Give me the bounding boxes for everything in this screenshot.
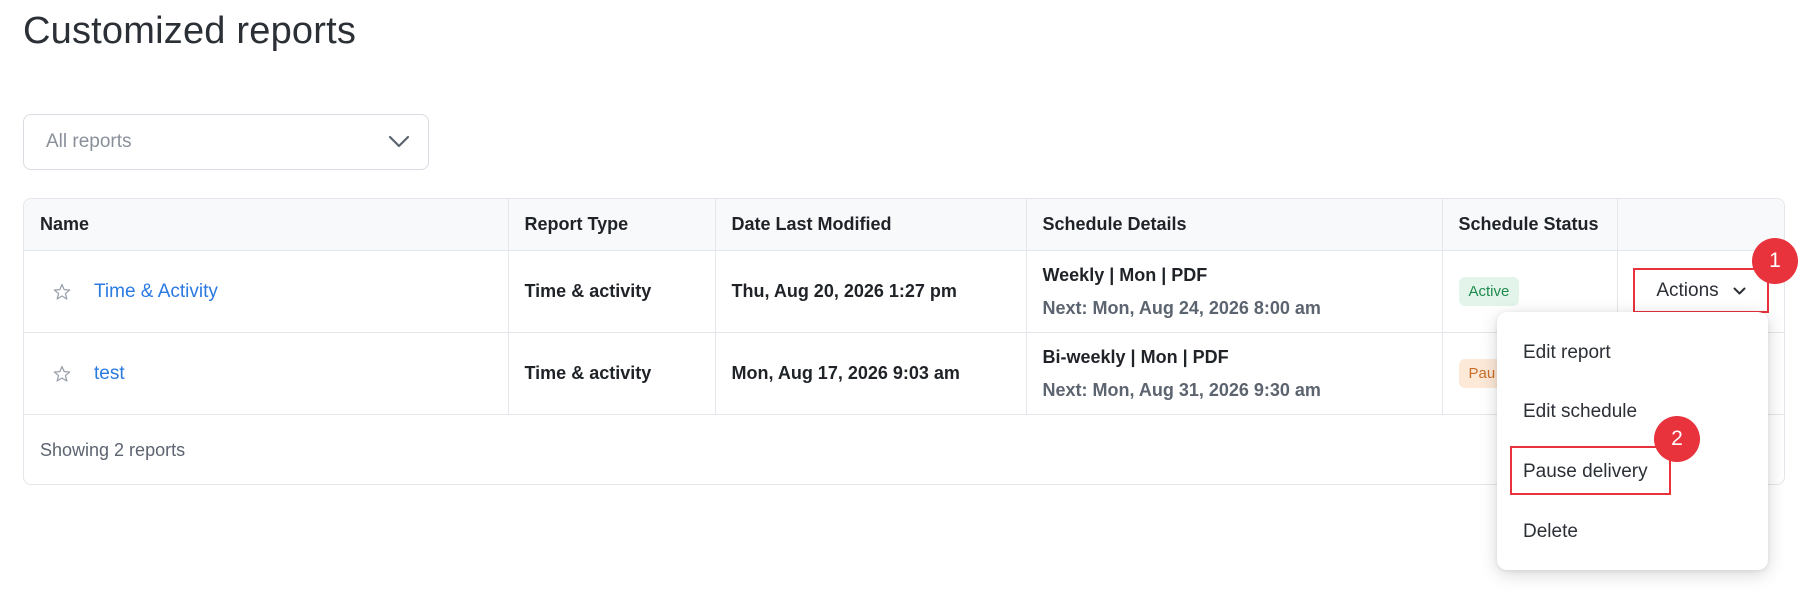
column-header-schedule-details[interactable]: Schedule Details — [1026, 199, 1443, 251]
menu-item-edit-report[interactable]: Edit report — [1523, 342, 1611, 364]
step-marker-1: 1 — [1752, 238, 1798, 284]
report-type-cell: Time & activity — [508, 250, 716, 333]
actions-dropdown-button[interactable]: Actions — [1633, 268, 1769, 313]
schedule-details-cell: Weekly | Mon | PDF Next: Mon, Aug 24, 20… — [1026, 250, 1443, 333]
column-header-date-modified[interactable]: Date Last Modified — [715, 199, 1027, 251]
column-header-name[interactable]: Name — [24, 199, 509, 251]
table-header-row: Name Report Type Date Last Modified Sche… — [24, 199, 1784, 251]
actions-button-label: Actions — [1656, 279, 1719, 301]
schedule-next-run: Next: Mon, Aug 24, 2026 8:00 am — [1042, 297, 1321, 318]
name-cell: Time & Activity — [24, 250, 509, 333]
column-header-schedule-status[interactable]: Schedule Status — [1442, 199, 1618, 251]
menu-item-edit-schedule[interactable]: Edit schedule — [1523, 401, 1637, 423]
report-link[interactable]: test — [94, 363, 125, 385]
star-icon[interactable] — [52, 364, 72, 384]
report-type-cell: Time & activity — [508, 332, 716, 415]
status-badge: Active — [1458, 277, 1520, 306]
schedule-details-cell: Bi-weekly | Mon | PDF Next: Mon, Aug 31,… — [1026, 332, 1443, 415]
actions-menu: Edit report Edit schedule Pause delivery… — [1497, 312, 1768, 570]
column-header-report-type[interactable]: Report Type — [508, 199, 716, 251]
pause-delivery-highlight — [1510, 446, 1671, 495]
filter-selected-value: All reports — [46, 131, 132, 152]
chevron-down-icon — [388, 135, 410, 149]
star-icon[interactable] — [52, 282, 72, 302]
menu-item-delete[interactable]: Delete — [1523, 521, 1578, 543]
step-marker-2: 2 — [1654, 416, 1700, 462]
schedule-next-run: Next: Mon, Aug 31, 2026 9:30 am — [1042, 379, 1321, 400]
name-cell: test — [24, 332, 509, 415]
schedule-summary: Bi-weekly | Mon | PDF — [1042, 346, 1229, 367]
date-modified-cell: Mon, Aug 17, 2026 9:03 am — [715, 332, 1027, 415]
page-title: Customized reports — [23, 10, 357, 52]
chevron-down-icon — [1733, 280, 1746, 302]
report-link[interactable]: Time & Activity — [94, 281, 218, 303]
date-modified-cell: Thu, Aug 20, 2026 1:27 pm — [715, 250, 1027, 333]
report-filter-dropdown[interactable]: All reports — [23, 114, 429, 170]
schedule-summary: Weekly | Mon | PDF — [1042, 264, 1208, 285]
